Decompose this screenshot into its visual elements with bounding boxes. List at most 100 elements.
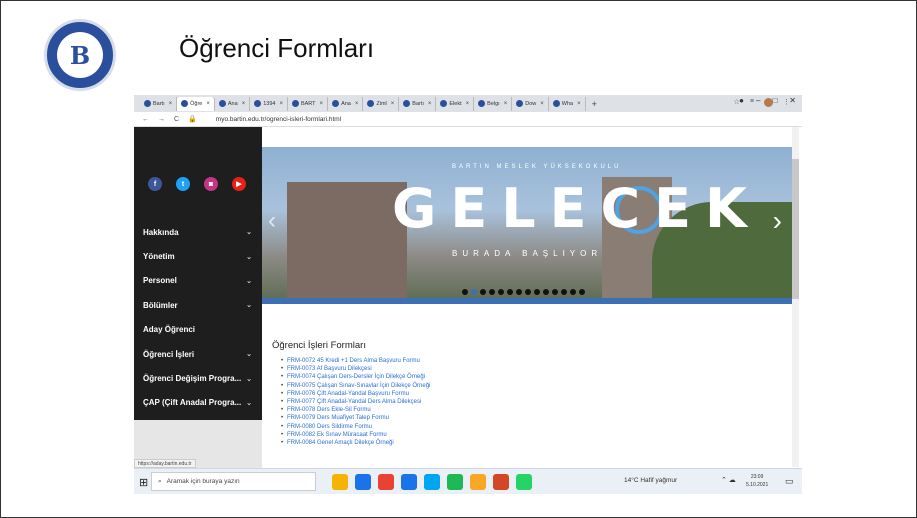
sidebar-menu-item[interactable]: Öğrenci İşleri ⌄ bbox=[134, 342, 262, 366]
notification-icon[interactable]: ▭ bbox=[785, 476, 794, 487]
tab-close-icon[interactable]: × bbox=[577, 101, 581, 107]
taskbar-app-icon[interactable] bbox=[447, 474, 463, 490]
browser-tab[interactable]: Ana × bbox=[328, 96, 364, 111]
tray-chevron-icon[interactable]: ⌃ ☁ bbox=[721, 476, 736, 484]
taskbar-app-icon[interactable] bbox=[493, 474, 509, 490]
tab-close-icon[interactable]: × bbox=[242, 101, 246, 107]
sidebar-menu-item[interactable]: ÇAP (Çift Anadal Progra... ⌄ bbox=[134, 391, 262, 415]
tab-close-icon[interactable]: × bbox=[355, 101, 359, 107]
browser-tab[interactable]: Wha × bbox=[549, 96, 586, 111]
slider-dot[interactable] bbox=[543, 289, 549, 295]
taskbar-clock[interactable]: 23:09 5.10.2021 bbox=[746, 473, 768, 489]
tab-close-icon[interactable]: × bbox=[391, 101, 395, 107]
browser-tab[interactable]: Öğre × bbox=[177, 96, 215, 111]
slider-dot[interactable] bbox=[480, 289, 486, 295]
sidebar-menu-item[interactable]: Aday Öğrenci bbox=[134, 318, 262, 342]
sidebar-menu-item[interactable]: Öğrenci Değişim Progra... ⌄ bbox=[134, 366, 262, 390]
taskbar-app-icon[interactable] bbox=[516, 474, 532, 490]
bookmark-star-icon[interactable]: ☆ bbox=[734, 98, 740, 107]
chevron-down-icon[interactable]: ⌄ bbox=[246, 277, 252, 285]
close-icon[interactable]: ✕ bbox=[789, 96, 796, 105]
browser-tab[interactable]: Ana × bbox=[215, 96, 251, 111]
form-link[interactable]: FRM-0072 45 Kredi +1 Ders Alma Başvuru F… bbox=[281, 357, 722, 365]
slider-dot[interactable] bbox=[561, 289, 567, 295]
tab-close-icon[interactable]: × bbox=[540, 101, 544, 107]
browser-tab[interactable]: Dow × bbox=[512, 96, 549, 111]
taskbar-search[interactable]: ⌕ Aramak için buraya yazın bbox=[151, 472, 316, 491]
tab-close-icon[interactable]: × bbox=[206, 101, 210, 107]
form-link[interactable]: FRM-0080 Ders Sildirme Formu bbox=[281, 423, 722, 431]
browser-tab[interactable]: Elekt × bbox=[436, 96, 475, 111]
slider-dot[interactable] bbox=[525, 289, 531, 295]
instagram-icon[interactable]: ◙ bbox=[204, 177, 218, 191]
reload-icon[interactable]: C bbox=[174, 116, 179, 123]
form-link[interactable]: FRM-0074 Çalışan Ders-Dersler İçin Dilek… bbox=[281, 373, 722, 381]
tab-close-icon[interactable]: × bbox=[279, 101, 283, 107]
chevron-down-icon[interactable]: ⌄ bbox=[246, 253, 252, 261]
form-link[interactable]: FRM-0076 Çift Anadal-Yandal Başvuru Form… bbox=[281, 390, 722, 398]
sidebar-menu-label: Yönetim bbox=[143, 252, 175, 262]
slider-next-icon[interactable]: › bbox=[773, 205, 782, 237]
slider-dot[interactable] bbox=[462, 289, 468, 295]
taskbar-app-icon[interactable] bbox=[401, 474, 417, 490]
slider-prev-icon[interactable]: ‹ bbox=[268, 207, 276, 235]
twitter-icon[interactable]: t bbox=[176, 177, 190, 191]
sidebar-menu-item[interactable]: Personel ⌄ bbox=[134, 269, 262, 293]
chevron-down-icon[interactable]: ⌄ bbox=[246, 350, 252, 358]
taskbar-app-icon[interactable] bbox=[378, 474, 394, 490]
browser-tab[interactable]: 1394 × bbox=[250, 96, 288, 111]
chevron-down-icon[interactable]: ⌄ bbox=[246, 399, 252, 407]
facebook-icon[interactable]: f bbox=[148, 177, 162, 191]
tab-close-icon[interactable]: × bbox=[504, 101, 508, 107]
tab-close-icon[interactable]: × bbox=[428, 101, 432, 107]
form-link[interactable]: FRM-0077 Çift Anadal-Yandal Ders Alma Di… bbox=[281, 398, 722, 406]
taskbar-app-icon[interactable] bbox=[355, 474, 371, 490]
taskbar-search-placeholder: Aramak için buraya yazın bbox=[166, 478, 240, 485]
slider-dot[interactable] bbox=[534, 289, 540, 295]
slider-dot[interactable] bbox=[471, 289, 477, 295]
sidebar-menu-item[interactable]: Bölümler ⌄ bbox=[134, 293, 262, 317]
slider-dot[interactable] bbox=[579, 289, 585, 295]
slider-dot[interactable] bbox=[507, 289, 513, 295]
tab-close-icon[interactable]: × bbox=[320, 101, 324, 107]
taskbar-app-icon[interactable] bbox=[470, 474, 486, 490]
browser-tab[interactable]: BART × bbox=[288, 96, 329, 111]
chevron-down-icon[interactable]: ⌄ bbox=[246, 375, 252, 383]
sidebar-menu-item[interactable]: Hakkında ⌄ bbox=[134, 220, 262, 244]
chevron-down-icon[interactable]: ⌄ bbox=[246, 301, 252, 309]
slider-dot[interactable] bbox=[498, 289, 504, 295]
menu-icon[interactable]: ⋮ bbox=[783, 98, 790, 107]
youtube-icon[interactable]: ▶ bbox=[232, 177, 246, 191]
form-link[interactable]: FRM-0079 Ders Muafiyet Talep Formu bbox=[281, 414, 722, 422]
slider-dot[interactable] bbox=[489, 289, 495, 295]
forward-icon[interactable]: → bbox=[158, 116, 165, 123]
sidebar-menu-item[interactable]: Yönetim ⌄ bbox=[134, 244, 262, 268]
back-icon[interactable]: ← bbox=[142, 116, 149, 123]
browser-tab[interactable]: Belgı × bbox=[474, 96, 513, 111]
browser-tab[interactable]: Bartı × bbox=[140, 96, 178, 111]
form-link[interactable]: FRM-0084 Genel Amaçlı Dilekçe Örneği bbox=[281, 439, 722, 447]
windows-start-icon[interactable]: ⊞ bbox=[139, 476, 148, 489]
weather-widget[interactable]: 14°C Hafif yağmur bbox=[624, 477, 677, 484]
slider-dot[interactable] bbox=[552, 289, 558, 295]
browser-tab[interactable]: Ziml × bbox=[363, 96, 400, 111]
form-link[interactable]: FRM-0082 Ek Sınav Müracaat Formu bbox=[281, 431, 722, 439]
slider-dot[interactable] bbox=[570, 289, 576, 295]
slider-dot[interactable] bbox=[516, 289, 522, 295]
form-link[interactable]: FRM-0073 Af Başvuru Dilekçesi bbox=[281, 365, 722, 373]
scrollbar-thumb[interactable] bbox=[792, 159, 799, 299]
browser-tab[interactable]: Bartı × bbox=[399, 96, 437, 111]
taskbar-app-icon[interactable] bbox=[332, 474, 348, 490]
new-tab-button[interactable]: + bbox=[592, 99, 597, 109]
browser-screenshot: Bartı × Öğre × Ana × 1394 × BART × Ana × Ziml × Bartı ×… bbox=[134, 95, 802, 494]
user-avatar[interactable] bbox=[764, 98, 773, 107]
tab-close-icon[interactable]: × bbox=[466, 101, 470, 107]
taskbar-app-icon[interactable] bbox=[424, 474, 440, 490]
form-link[interactable]: FRM-0078 Ders Ekle-Sil Formu bbox=[281, 406, 722, 414]
reading-list-icon[interactable]: ≡ bbox=[750, 98, 754, 107]
form-link[interactable]: FRM-0075 Çalışan Sınav-Sınavlar İçin Dil… bbox=[281, 382, 722, 390]
tab-close-icon[interactable]: × bbox=[169, 101, 173, 107]
url-field[interactable]: myo.bartin.edu.tr/ogrenci-isleri-formlar… bbox=[216, 116, 341, 123]
tab-favicon-icon bbox=[367, 100, 375, 107]
chevron-down-icon[interactable]: ⌄ bbox=[246, 228, 252, 236]
